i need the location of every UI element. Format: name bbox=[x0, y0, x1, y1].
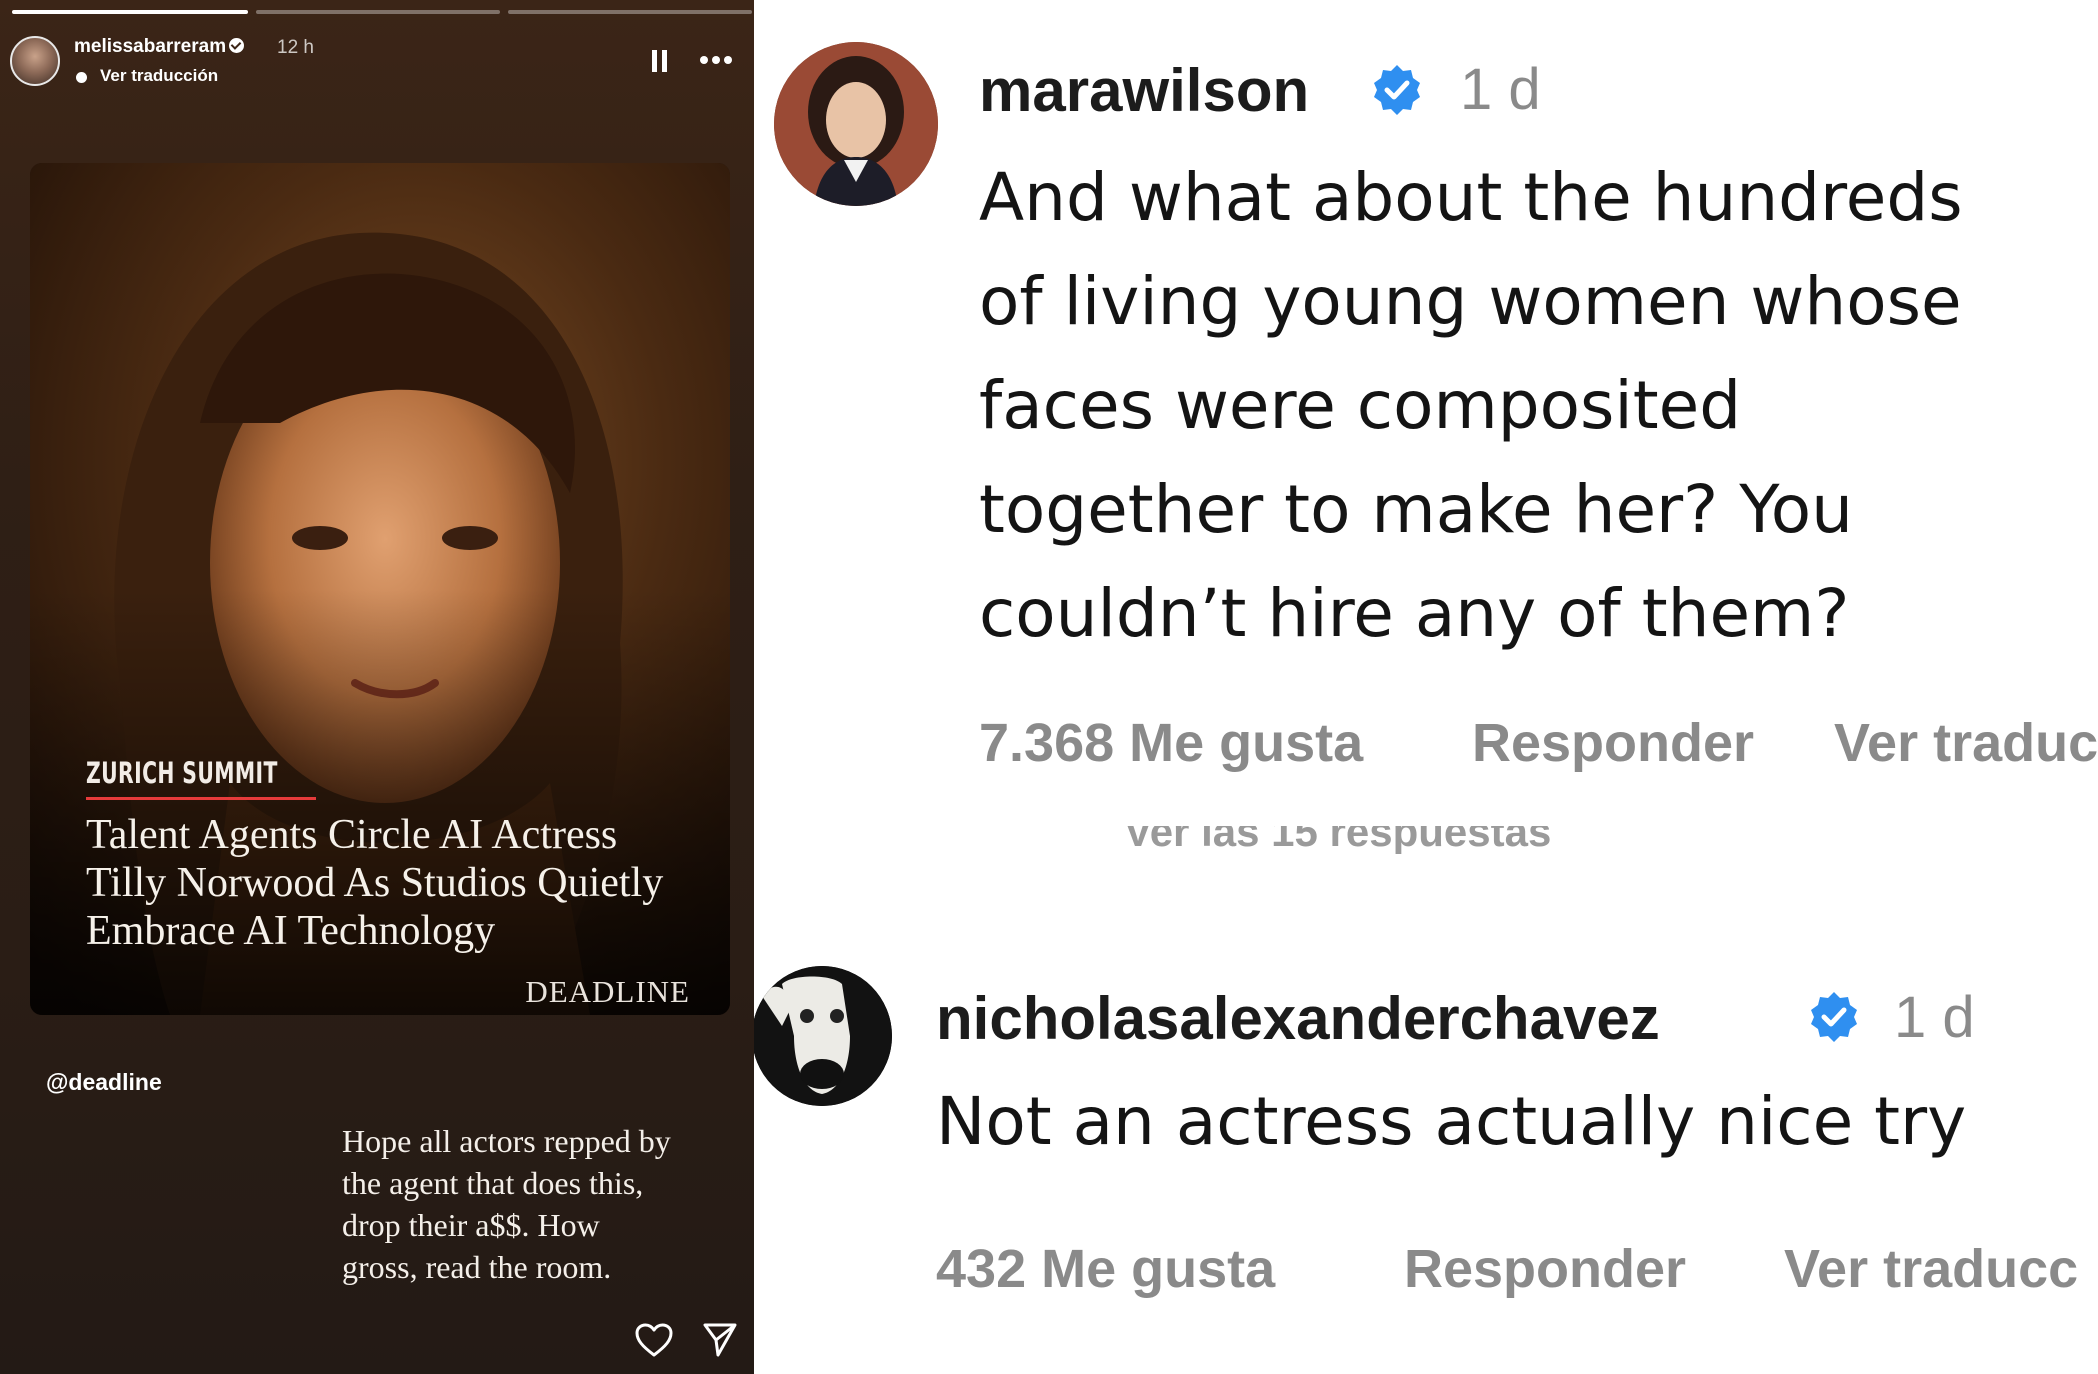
verified-badge-icon bbox=[229, 38, 245, 53]
verified-badge-icon bbox=[1811, 992, 1857, 1042]
mention-sticker[interactable]: @deadline bbox=[46, 1069, 162, 1096]
comment-text-line: Not an actress actually nice try bbox=[936, 1083, 1967, 1160]
comment-text: And what about the hundreds of living yo… bbox=[979, 146, 1963, 666]
comment-username[interactable]: marawilson bbox=[979, 56, 1309, 125]
verified-badge-icon bbox=[1374, 65, 1420, 115]
view-replies-link[interactable]: Ver las 15 respuestas bbox=[1124, 826, 1684, 854]
source-logo: DEADLINE bbox=[525, 974, 690, 1009]
pause-icon[interactable] bbox=[652, 50, 670, 72]
comment-translate-link[interactable]: Ver traducc bbox=[1784, 1238, 2078, 1300]
avatar-image bbox=[754, 966, 892, 1106]
story-progress-segment bbox=[256, 10, 500, 14]
caption-line: drop their a$$. How bbox=[342, 1207, 600, 1243]
article-headline: Talent Agents Circle AI Actress Tilly No… bbox=[86, 811, 726, 955]
comment-timestamp: 1 d bbox=[1460, 57, 1541, 122]
headline-line: Tilly Norwood As Studios Quietly bbox=[86, 860, 664, 906]
story-progress-segment bbox=[12, 10, 248, 14]
story-progress-segment bbox=[508, 10, 752, 14]
comment-text-line: faces were composited bbox=[979, 367, 1742, 444]
comments-panel: marawilson 1 d And what about the hundre… bbox=[754, 0, 2098, 1374]
comment-text-line: together to make her? You bbox=[979, 471, 1853, 548]
caption-line: Hope all actors repped by bbox=[342, 1123, 671, 1159]
kicker-underline bbox=[86, 797, 316, 800]
translate-dot-icon bbox=[76, 72, 87, 83]
heart-icon[interactable] bbox=[634, 1322, 674, 1358]
send-icon[interactable] bbox=[701, 1321, 739, 1359]
comment-like-count[interactable]: 7.368 Me gusta bbox=[979, 712, 1363, 774]
comment-username[interactable]: nicholasalexanderchavez bbox=[936, 984, 1660, 1053]
avatar-image bbox=[774, 42, 938, 206]
caption-line: the agent that does this, bbox=[342, 1165, 644, 1201]
story-author-avatar[interactable] bbox=[10, 36, 60, 86]
comment-avatar[interactable] bbox=[774, 42, 938, 206]
story-timestamp: 12 h bbox=[277, 37, 314, 58]
comment-text-line: of living young women whose bbox=[979, 263, 1962, 340]
comment-text-line: And what about the hundreds bbox=[979, 159, 1963, 236]
article-card[interactable]: ZURICH SUMMIT Talent Agents Circle AI Ac… bbox=[30, 163, 730, 1015]
story-translate-link[interactable]: Ver traducción bbox=[100, 66, 218, 86]
caption-line: gross, read the room. bbox=[342, 1249, 612, 1285]
comment-reply-button[interactable]: Responder bbox=[1472, 712, 1754, 774]
comment-avatar[interactable] bbox=[754, 966, 892, 1106]
comment-timestamp: 1 d bbox=[1894, 985, 1975, 1050]
story-caption: Hope all actors repped by the agent that… bbox=[342, 1120, 752, 1288]
story-viewer: melissabarreram 12 h Ver traducción ZURI… bbox=[0, 0, 754, 1374]
story-author[interactable]: melissabarreram bbox=[74, 36, 245, 58]
comment-text-line: couldn’t hire any of them? bbox=[979, 575, 1850, 652]
article-kicker: ZURICH SUMMIT bbox=[86, 756, 278, 790]
comment-translate-link[interactable]: Ver traduc bbox=[1834, 712, 2098, 774]
comment-reply-button[interactable]: Responder bbox=[1404, 1238, 1686, 1300]
story-author-username[interactable]: melissabarreram bbox=[74, 36, 226, 57]
headline-line: Talent Agents Circle AI Actress bbox=[86, 812, 618, 858]
comment-like-count[interactable]: 432 Me gusta bbox=[936, 1238, 1275, 1300]
headline-line: Embrace AI Technology bbox=[86, 908, 496, 954]
view-replies-label[interactable]: Ver las 15 respuestas bbox=[1124, 826, 1551, 854]
more-options-icon[interactable] bbox=[700, 56, 734, 66]
comment-text: Not an actress actually nice try bbox=[936, 1070, 1966, 1174]
